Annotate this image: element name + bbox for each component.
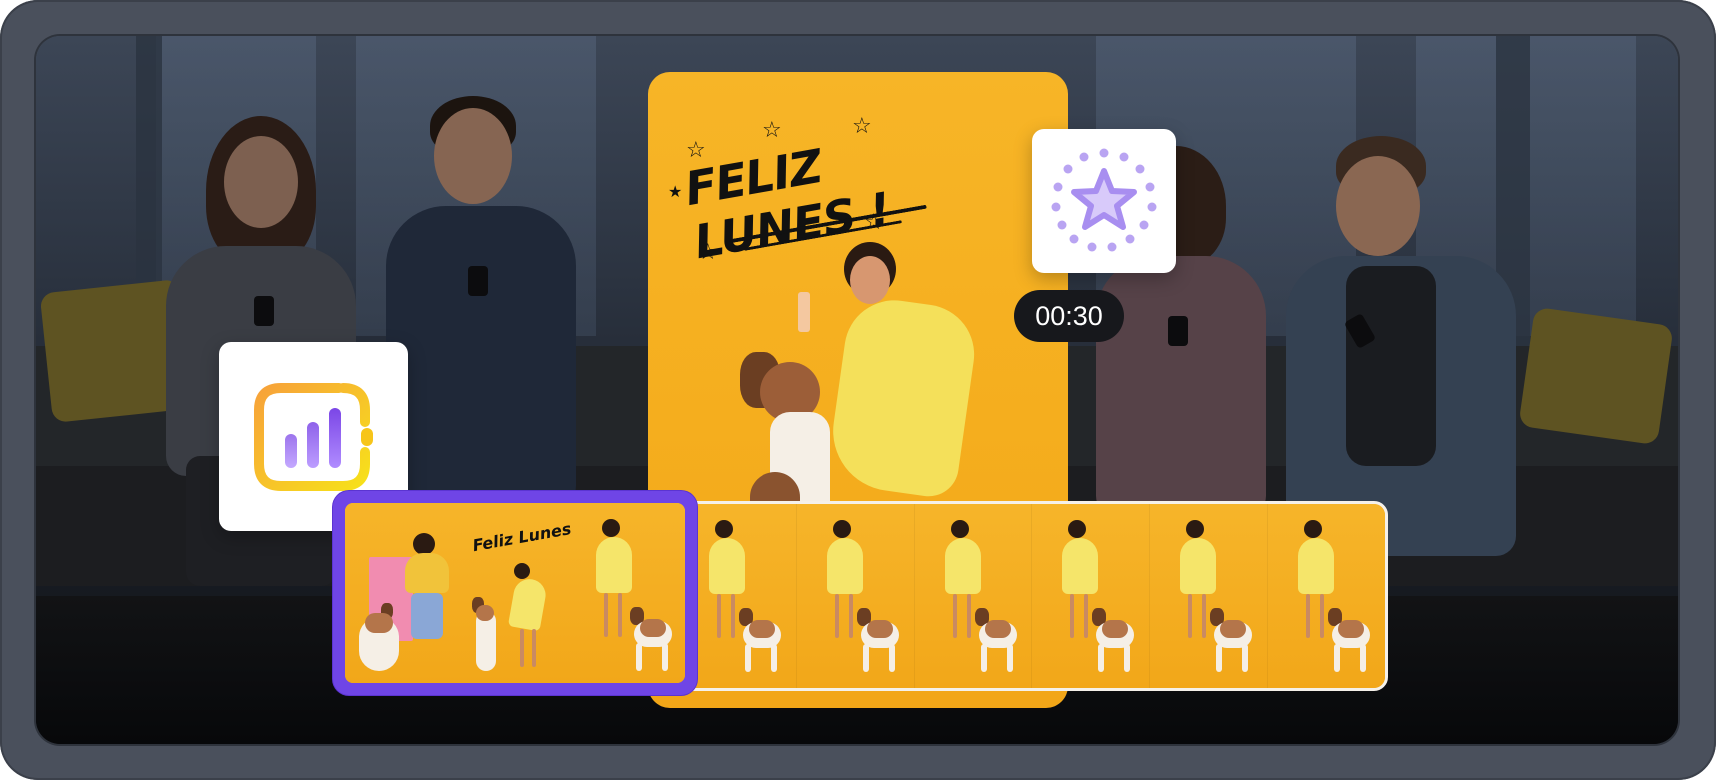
effects-card[interactable] [1032,129,1176,273]
timeline-frame[interactable] [1268,504,1385,688]
timeline-frame[interactable] [796,504,915,688]
star-doodle-icon: ☆ [762,118,782,143]
timeline-strip[interactable] [676,501,1388,691]
sparkle-star-icon [1051,148,1157,252]
selected-clip-frames: Feliz Lunes! [345,503,685,683]
story-title: Feliz Lunes ! [680,138,894,270]
timeline-frame[interactable] [1150,504,1269,688]
selected-clip[interactable]: Feliz Lunes! [333,491,697,695]
timeline-frame[interactable] [1032,504,1151,688]
cushion [1518,306,1674,446]
star-doodle-icon: ★ [668,182,683,201]
duration-badge: 00:30 [1014,290,1124,342]
selected-frame[interactable]: Feliz Lunes! [458,503,572,683]
timeline-frame[interactable] [914,504,1033,688]
selected-frame[interactable] [345,503,459,683]
selected-frame[interactable] [571,503,685,683]
mini-story-title: Feliz Lunes! [471,518,572,556]
